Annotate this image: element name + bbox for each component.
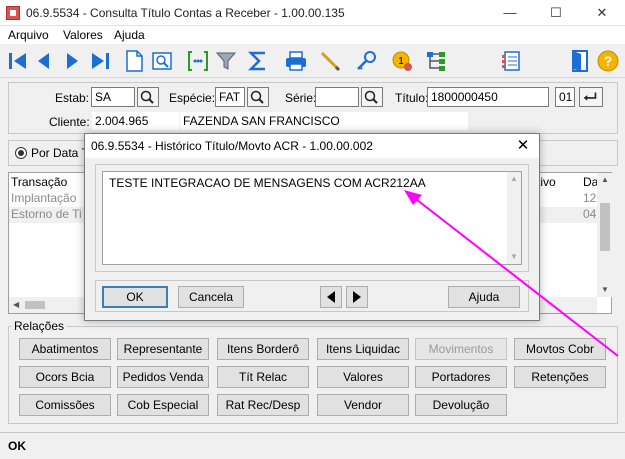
prev-icon[interactable] [32,49,56,73]
portadores-button[interactable]: Portadores [415,366,507,388]
especie-label: Espécie: [169,91,216,105]
relacoes-title: Relações [12,319,67,333]
row-da: 12 [583,191,597,205]
especie-zoom-button[interactable] [247,87,269,107]
serie-zoom-button[interactable] [361,87,383,107]
itens-bordero-button[interactable]: Itens Borderô [217,338,309,360]
radio-por-data[interactable] [15,147,27,159]
new-document-icon[interactable] [122,49,146,73]
help-button[interactable]: Ajuda [448,286,520,308]
scroll-thumb[interactable] [25,301,45,309]
close-button[interactable]: ✕ [579,0,625,26]
cliente-code-field: 2.004.965 [91,111,181,131]
app-icon [6,6,20,20]
dialog-title: 06.9.5534 - Histórico Título/Movto ACR -… [91,139,373,153]
cob-especial-button[interactable]: Cob Especial [117,394,209,416]
scroll-up-icon[interactable]: ▲ [510,174,518,183]
itens-liquidac-button[interactable]: Itens Liquidac [317,338,409,360]
estab-label: Estab: [55,91,90,105]
sum-icon[interactable] [246,49,270,73]
goto-icon[interactable] [186,49,210,73]
info-icon[interactable]: 1 [390,49,414,73]
prev-record-button[interactable] [320,286,342,308]
next-record-button[interactable] [346,286,368,308]
row-da: 04 [583,207,597,221]
cliente-name-field: FAZENDA SAN FRANCISCO [179,111,469,131]
filter-panel: Estab: SA Espécie: FAT Série: Título: 18… [8,82,618,134]
row-transacao: Estorno de Ti [11,207,82,221]
devolucao-button[interactable]: Devolução [415,394,507,416]
left-arrow-icon [327,291,335,303]
parcela-field[interactable]: 01 [555,87,575,107]
row-transacao: Implantação [11,191,77,205]
serie-label: Série: [285,91,317,105]
serie-field[interactable] [315,87,359,107]
next-icon[interactable] [60,49,84,73]
cancel-button[interactable]: Cancela [178,286,244,308]
retencoes-button[interactable]: Retenções [514,366,606,388]
menu-ajuda[interactable]: Ajuda [114,28,145,42]
svg-text:?: ? [604,53,613,69]
titulo-field[interactable]: 1800000450 [427,87,549,107]
menu-arquivo[interactable]: Arquivo [8,28,49,42]
historico-dialog: 06.9.5534 - Histórico Título/Movto ACR -… [84,133,540,321]
status-text: OK [8,439,26,453]
status-bar: OK [0,432,625,459]
preview-icon[interactable] [150,49,174,73]
search-key-icon[interactable] [354,49,378,73]
filter-icon[interactable] [214,49,238,73]
estab-zoom-button[interactable] [137,87,159,107]
movtos-cobr-button[interactable]: Movtos Cobr [514,338,606,360]
menu-bar: Arquivo Valores Ajuda [0,26,625,44]
minimize-button[interactable]: — [487,0,533,26]
historico-textarea[interactable]: TESTE INTEGRACAO DE MENSAGENS COM ACR212… [102,171,522,265]
ok-button[interactable]: OK [102,286,168,308]
svg-text:1: 1 [398,56,404,67]
scroll-thumb[interactable] [600,203,610,251]
cliente-label: Cliente: [49,115,90,129]
comissoes-button[interactable]: Comissões [19,394,111,416]
exit-icon[interactable] [568,49,592,73]
scroll-left-icon[interactable]: ◀ [13,300,19,309]
ocors-bcia-button[interactable]: Ocors Bcia [19,366,111,388]
maximize-button[interactable]: ☐ [533,0,579,26]
dialog-close-button[interactable]: ✕ [509,136,537,156]
first-icon[interactable] [6,49,30,73]
rat-rec-desp-button[interactable]: Rat Rec/Desp [217,394,309,416]
window-title: 06.9.5534 - Consulta Título Contas a Rec… [26,6,345,20]
last-icon[interactable] [88,49,112,73]
textarea-scrollbar[interactable]: ▲ ▼ [507,172,521,264]
vendor-button[interactable]: Vendor [317,394,409,416]
movimentos-button: Movimentos [415,338,507,360]
help-icon[interactable]: ? [596,49,620,73]
list-icon[interactable] [500,49,524,73]
right-arrow-icon [353,291,361,303]
grid-vertical-scrollbar[interactable]: ▲ ▼ [597,173,613,297]
historico-text: TESTE INTEGRACAO DE MENSAGENS COM ACR212… [109,176,426,190]
valores-button[interactable]: Valores [317,366,409,388]
dialog-title-bar: 06.9.5534 - Histórico Título/Movto ACR -… [85,134,539,158]
title-bar: 06.9.5534 - Consulta Título Contas a Rec… [0,0,625,26]
tit-relac-button[interactable]: Tít Relac [217,366,309,388]
scroll-down-icon[interactable]: ▼ [601,285,609,294]
print-icon[interactable] [284,49,308,73]
enter-button[interactable] [579,87,603,107]
pedidos-venda-button[interactable]: Pedidos Venda [117,366,209,388]
estab-field[interactable]: SA [91,87,135,107]
radio-por-data-label: Por Data T [31,146,89,160]
menu-valores[interactable]: Valores [63,28,103,42]
edit-icon[interactable] [318,49,342,73]
toolbar: 1 ? [0,44,625,78]
especie-field[interactable]: FAT [215,87,245,107]
dialog-button-panel: OK Cancela Ajuda [95,280,529,312]
titulo-label: Título: [395,91,429,105]
dialog-text-panel: TESTE INTEGRACAO DE MENSAGENS COM ACR212… [95,164,529,272]
tree-icon[interactable] [424,49,448,73]
scroll-down-icon[interactable]: ▼ [510,252,518,261]
scroll-up-icon[interactable]: ▲ [601,175,609,184]
abatimentos-button[interactable]: Abatimentos [19,338,111,360]
representante-button[interactable]: Representante [117,338,209,360]
